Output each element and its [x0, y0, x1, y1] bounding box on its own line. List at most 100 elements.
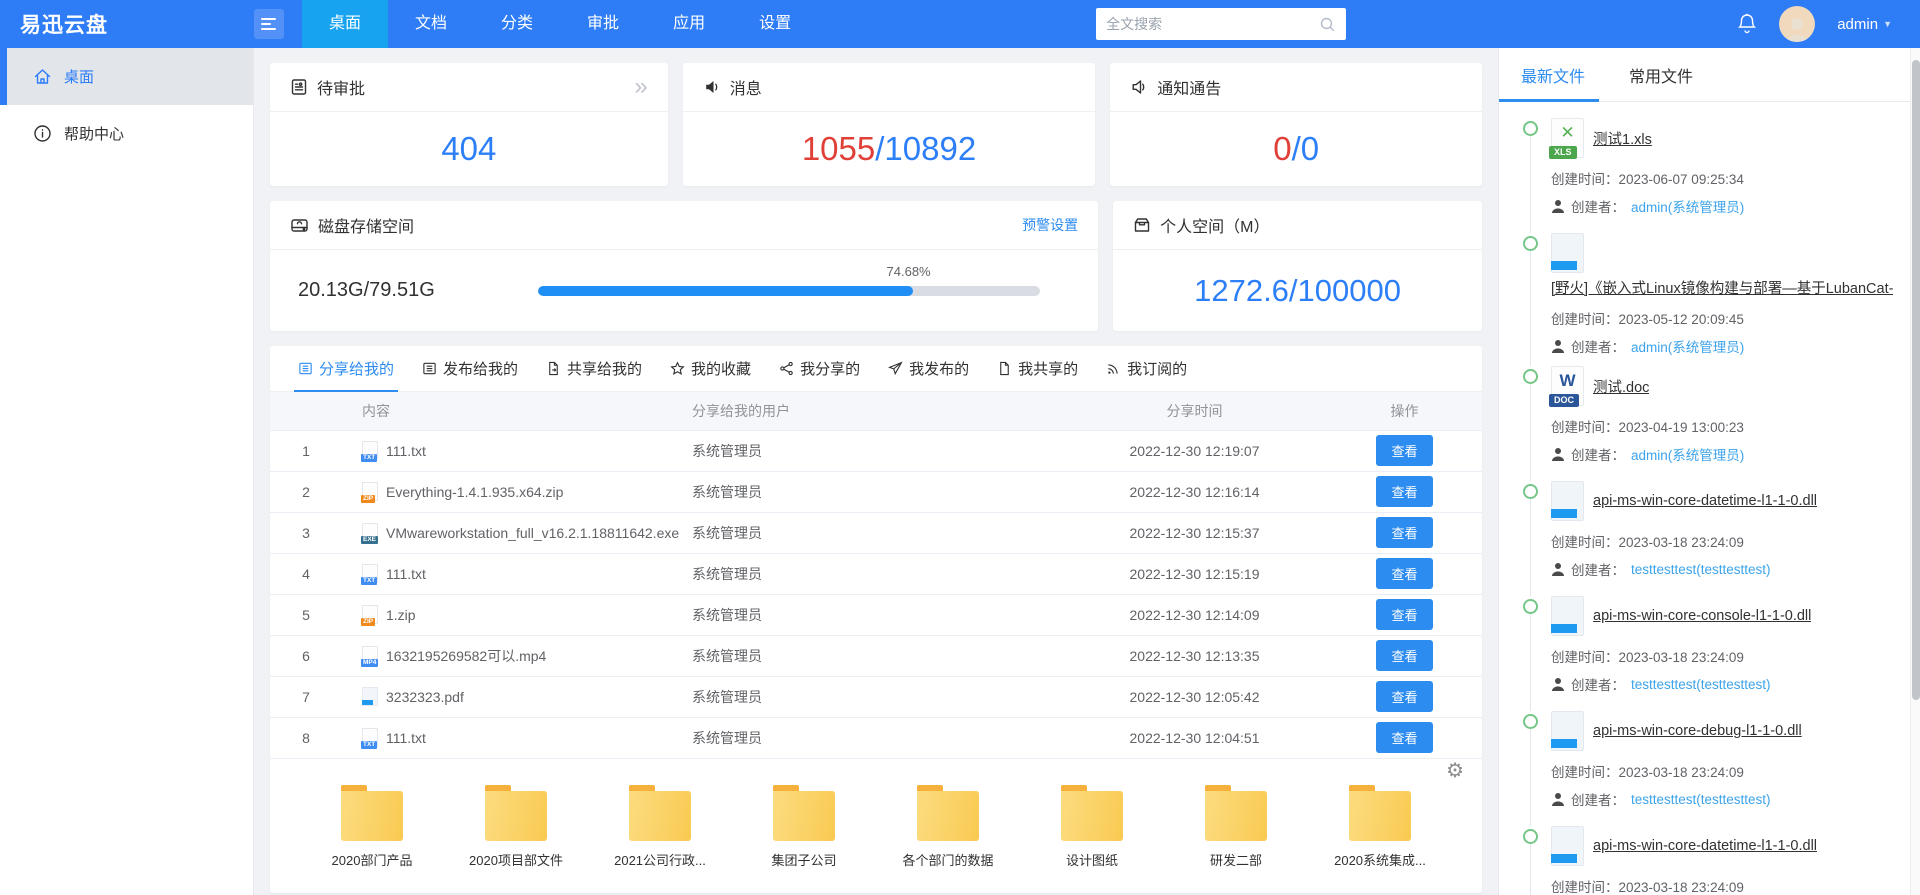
menu-item-approval[interactable]: 审批 — [560, 0, 646, 48]
scrollbar-thumb[interactable] — [1912, 60, 1920, 700]
table-row: 8 TXT111.txt 系统管理员 2022-12-30 12:04:51 查… — [270, 717, 1482, 758]
timeline-dot[interactable] — [1523, 829, 1538, 844]
folder-item[interactable]: 2020系统集成... — [1316, 785, 1444, 869]
file-name[interactable]: 111.txt — [386, 730, 426, 746]
timeline-dot[interactable] — [1523, 714, 1538, 729]
zip-file-icon: ZIP — [362, 605, 378, 624]
file-link[interactable]: api-ms-win-core-debug-l1-1-0.dll — [1593, 723, 1802, 739]
view-button[interactable]: 查看 — [1376, 640, 1432, 671]
folder-item[interactable]: 集团子公司 — [740, 785, 868, 869]
view-button[interactable]: 查看 — [1376, 722, 1432, 753]
creator-link[interactable]: testtesttest(testtesttest) — [1631, 562, 1771, 577]
timeline-dot[interactable] — [1523, 121, 1538, 136]
file-name[interactable]: 3232323.pdf — [386, 689, 464, 705]
tab-my-published[interactable]: 我发布的 — [876, 346, 981, 392]
creator-link[interactable]: testtesttest(testtesttest) — [1631, 677, 1771, 692]
tab-my-shares[interactable]: 我分享的 — [767, 346, 872, 392]
exe-file-icon: EXE — [362, 523, 378, 542]
menu-item-categories[interactable]: 分类 — [474, 0, 560, 48]
menu-item-apps[interactable]: 应用 — [646, 0, 732, 48]
share-time: 2022-12-30 12:05:42 — [1062, 676, 1327, 717]
folder-icon — [917, 785, 979, 841]
creator-link[interactable]: admin(系统管理员) — [1631, 336, 1744, 356]
view-button[interactable]: 查看 — [1376, 517, 1432, 548]
table-row: 1 TXT111.txt 系统管理员 2022-12-30 12:19:07 查… — [270, 430, 1482, 471]
creator-link[interactable]: admin(系统管理员) — [1631, 444, 1744, 464]
list-item: api-ms-win-core-console-l1-1-0.dll 创建时间：… — [1517, 596, 1898, 711]
col-header-time: 分享时间 — [1062, 392, 1327, 430]
sidebar-toggle-button[interactable] — [254, 9, 284, 39]
creator-link[interactable]: admin(系统管理员) — [1631, 196, 1744, 216]
file-link[interactable]: api-ms-win-core-datetime-l1-1-0.dll — [1593, 838, 1817, 854]
menu-item-desktop[interactable]: 桌面 — [302, 0, 388, 48]
tab-my-subscriptions[interactable]: 我订阅的 — [1094, 346, 1199, 392]
file-link[interactable]: 测试1.xls — [1593, 128, 1652, 149]
notifications-bell-icon[interactable] — [1737, 13, 1757, 35]
file-name[interactable]: VMwareworkstation_full_v16.2.1.18811642.… — [386, 525, 679, 541]
shared-by-user: 系统管理员 — [692, 594, 1062, 635]
person-icon — [1551, 562, 1565, 576]
view-button[interactable]: 查看 — [1376, 435, 1432, 466]
share-time: 2022-12-30 12:13:35 — [1062, 635, 1327, 676]
folder-item[interactable]: 2020项目部文件 — [452, 785, 580, 869]
tab-shared-to-me[interactable]: 分享给我的 — [286, 346, 406, 392]
file-link[interactable]: api-ms-win-core-console-l1-1-0.dll — [1593, 608, 1811, 624]
page-scrollbar — [1910, 48, 1920, 895]
alert-settings-link[interactable]: 预警设置 — [1022, 215, 1078, 235]
user-avatar[interactable] — [1779, 6, 1815, 42]
sidebar-item-help-center[interactable]: 帮助中心 — [0, 105, 253, 162]
gear-icon[interactable]: ⚙ — [1446, 761, 1464, 781]
table-row: 2 ZIPEverything-1.4.1.935.x64.zip 系统管理员 … — [270, 471, 1482, 512]
disk-progress-bar: 74.68% — [538, 286, 1040, 296]
expand-double-arrow-icon[interactable]: » — [634, 75, 647, 99]
menu-item-documents[interactable]: 文档 — [388, 0, 474, 48]
view-button[interactable]: 查看 — [1376, 681, 1432, 712]
file-link[interactable]: api-ms-win-core-datetime-l1-1-0.dll — [1593, 493, 1817, 509]
share-time: 2022-12-30 12:14:09 — [1062, 594, 1327, 635]
view-button[interactable]: 查看 — [1376, 558, 1432, 589]
file-name[interactable]: 1632195269582可以.mp4 — [386, 646, 546, 666]
shared-by-user: 系统管理员 — [692, 512, 1062, 553]
card-title: 个人空间（M） — [1160, 213, 1269, 237]
file-name[interactable]: Everything-1.4.1.935.x64.zip — [386, 484, 563, 500]
share-time: 2022-12-30 12:19:07 — [1062, 430, 1327, 471]
timeline-dot[interactable] — [1523, 236, 1538, 251]
card-title: 待审批 — [317, 75, 365, 99]
creator-link[interactable]: testtesttest(testtesttest) — [1631, 792, 1771, 807]
main-content: 待审批 » 404 消息 1055/10892 — [254, 48, 1498, 895]
shared-by-user: 系统管理员 — [692, 717, 1062, 758]
folder-item[interactable]: 2020部门产品 — [308, 785, 436, 869]
file-link[interactable]: [野火]《嵌入式Linux镜像构建与部署—基于LubanCat- — [1551, 277, 1893, 298]
txt-file-icon: TXT — [362, 441, 378, 460]
recent-files-panel: 最新文件 常用文件 ✕XLS 测试1.xls 创建时间：2023-06-07 0… — [1498, 48, 1910, 895]
timeline-dot[interactable] — [1523, 484, 1538, 499]
file-name[interactable]: 111.txt — [386, 443, 426, 459]
file-name[interactable]: 111.txt — [386, 566, 426, 582]
menu-item-settings[interactable]: 设置 — [732, 0, 818, 48]
tab-my-coshared[interactable]: 我共享的 — [985, 346, 1090, 392]
view-button[interactable]: 查看 — [1376, 599, 1432, 630]
folder-item[interactable]: 各个部门的数据 — [884, 785, 1012, 869]
timeline-dot[interactable] — [1523, 369, 1538, 384]
folder-item[interactable]: 设计图纸 — [1028, 785, 1156, 869]
file-link[interactable]: 测试.doc — [1593, 376, 1649, 397]
tab-frequent-files[interactable]: 常用文件 — [1629, 58, 1693, 102]
sidebar-item-label: 帮助中心 — [64, 123, 124, 144]
tab-published-to-me[interactable]: 发布给我的 — [410, 346, 530, 392]
created-time: 2023-03-18 23:24:09 — [1619, 765, 1744, 780]
tab-latest-files[interactable]: 最新文件 — [1521, 58, 1585, 102]
search-icon[interactable] — [1319, 16, 1336, 33]
file-name[interactable]: 1.zip — [386, 607, 416, 623]
search-input[interactable] — [1106, 16, 1319, 32]
folder-icon — [485, 785, 547, 841]
disk-percent-label: 74.68% — [887, 264, 931, 279]
folder-item[interactable]: 2021公司行政... — [596, 785, 724, 869]
user-menu[interactable]: admin ▼ — [1837, 16, 1892, 33]
list-item: api-ms-win-core-datetime-l1-1-0.dll 创建时间… — [1517, 826, 1898, 895]
sidebar-item-desktop[interactable]: 桌面 — [0, 48, 253, 105]
timeline-dot[interactable] — [1523, 599, 1538, 614]
tab-cosharing-to-me[interactable]: 共享给我的 — [534, 346, 654, 392]
folder-item[interactable]: 研发二部 — [1172, 785, 1300, 869]
tab-my-favorites[interactable]: 我的收藏 — [658, 346, 763, 392]
view-button[interactable]: 查看 — [1376, 476, 1432, 507]
